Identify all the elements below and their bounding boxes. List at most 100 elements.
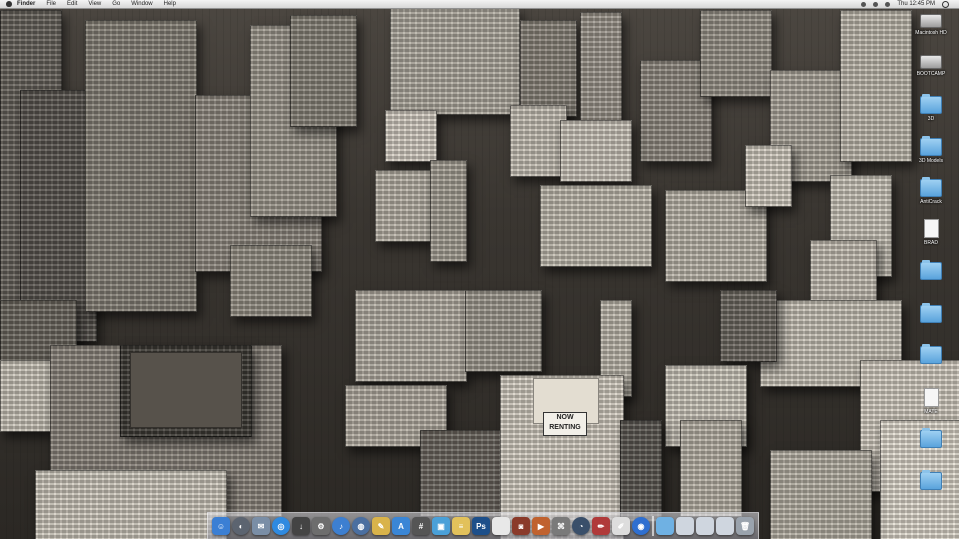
volume-icon[interactable] [873,1,879,7]
billboard-line1: NOW [556,414,574,421]
billboard: NOW RENTING [543,412,587,436]
menu-file[interactable]: File [46,1,56,7]
desktop-icon-folder[interactable] [911,344,951,366]
dock-glyph: ≡ [458,521,464,531]
dock-stickies-icon[interactable]: ≡ [452,517,470,535]
desktop-icon-folder[interactable]: 3D Models [911,136,951,164]
dock-glyph: ▶ [537,521,545,531]
menu-app-name[interactable]: Finder [17,1,35,7]
desktop-icon-label: BRAD [924,240,938,246]
dock-glyph: A [398,521,404,531]
desktop-icon-label: BOOTCAMP [916,71,946,77]
folder-icon [920,94,942,114]
dock-finder-icon[interactable]: ☺ [212,517,230,535]
menu-bar: Finder File Edit View Go Window Help Thu… [0,0,959,9]
desktop-icon-folder[interactable] [911,303,951,325]
menu-edit[interactable]: Edit [67,1,77,7]
dock-time-machine-icon[interactable]: ◔ [572,517,590,535]
dock-photoshop-icon[interactable]: Ps [472,517,490,535]
dock-stack-icon[interactable] [716,517,734,535]
dock-glyph: ◎ [277,521,285,531]
dock-glyph: # [418,521,424,531]
dock-calculator-icon[interactable]: # [412,517,430,535]
dock-glyph: ♪ [339,521,343,531]
drive-icon [920,14,942,28]
desktop-icon-folder[interactable] [911,260,951,282]
dock-mail-icon[interactable]: ✉ [252,517,270,535]
billboard-line2: RENTING [549,424,581,431]
desktop-icon-doc[interactable]: MATE [911,388,951,415]
dock-downloads-icon[interactable]: ↓ [292,517,310,535]
dock-applications-folder-icon[interactable] [656,517,674,535]
desktop-icon-doc[interactable]: BRAD [911,219,951,246]
wifi-icon[interactable] [861,1,867,7]
dock-photo-booth-icon[interactable]: ◙ [512,517,530,535]
spotlight-search-icon[interactable] [942,0,949,8]
desktop-icon-folder[interactable] [911,470,951,492]
dock-glyph: Ps [476,521,486,531]
dock-downloads-stack-icon[interactable] [696,517,714,535]
folder-icon [920,177,942,197]
dock-glyph: ◍ [357,521,365,531]
dock-glyph: ◙ [518,521,524,531]
doc-icon [923,388,939,407]
dock-glyph: ↓ [299,521,303,531]
menu-window[interactable]: Window [131,1,152,7]
menubar-clock[interactable]: Thu 12:45 PM [897,1,935,7]
folder-icon [920,428,942,448]
desktop-icon-folder[interactable] [911,428,951,450]
folder-icon [920,344,942,364]
dock-glyph: ⌘ [557,521,565,531]
dock-system-preferences-icon[interactable]: ⚙ [312,517,330,535]
dock-dashboard-icon[interactable]: ◐ [232,517,250,535]
desktop-icon-label: AntiCrack [920,199,942,205]
dock-preview-icon[interactable]: ▣ [432,517,450,535]
dock-web-icon[interactable]: ◉ [632,517,650,535]
dock-glyph: ⚙ [317,521,325,531]
dock-glyph: 🗑 [739,521,751,531]
folder-icon [920,470,942,490]
desktop-icon-folder[interactable]: AntiCrack [911,177,951,205]
folder-icon [920,260,942,280]
dock-itunes-icon[interactable]: ♪ [332,517,350,535]
desktop-icon-drive[interactable]: Macintosh HD [911,12,951,36]
desktop-wallpaper: NOW RENTING [0,0,959,539]
menu-help[interactable]: Help [164,1,176,7]
desktop-icon-folder[interactable]: 3D [911,94,951,122]
desktop-icon-label: 3D Models [919,158,943,164]
dock-separator [652,516,654,536]
battery-icon[interactable] [885,1,891,7]
apple-menu-icon[interactable] [6,1,12,7]
dock-trash-icon[interactable]: 🗑 [736,517,754,535]
desktop-icon-label: Macintosh HD [915,30,947,36]
dock-app-store-icon[interactable]: A [392,517,410,535]
dock: ☺ ◐ ✉ ◎ ↓ ⚙ ♪ ◍ ✎ A # ▣ ≡ Ps ◙ ▶ ⌘ ◔ ✏ ✐ ◉ 🗑 [207,512,759,539]
dock-glyph: ◔ [578,521,584,531]
dock-glyph: ◐ [238,521,244,531]
drive-icon [920,55,942,69]
dock-glyph: ✏ [597,521,605,531]
folder-icon [920,303,942,323]
dock-slideshow-icon[interactable]: ▶ [532,517,550,535]
dock-glyph: ◉ [637,521,645,531]
dock-documents-stack-icon[interactable] [676,517,694,535]
dock-textedit-icon[interactable]: ✐ [612,517,630,535]
dock-glyph: ▣ [437,521,445,531]
dock-glyph: ✉ [257,521,265,531]
folder-icon [920,136,942,156]
dock-network-icon[interactable]: ◍ [352,517,370,535]
dock-utilities-icon[interactable]: ⌘ [552,517,570,535]
dock-document-icon[interactable] [492,517,510,535]
desktop-icon-label: 3D [927,116,935,122]
doc-icon [923,219,939,238]
dock-glyph: ✐ [617,521,625,531]
menu-go[interactable]: Go [112,1,120,7]
desktop-icon-label: MATE [924,409,938,415]
dock-glyph: ✎ [377,521,385,531]
dock-safari-icon[interactable]: ◎ [272,517,290,535]
dock-notes-icon[interactable]: ✎ [372,517,390,535]
dock-glyph: ☺ [216,521,226,531]
menu-view[interactable]: View [88,1,101,7]
dock-pencil-tool-icon[interactable]: ✏ [592,517,610,535]
desktop-icon-drive[interactable]: BOOTCAMP [911,53,951,77]
